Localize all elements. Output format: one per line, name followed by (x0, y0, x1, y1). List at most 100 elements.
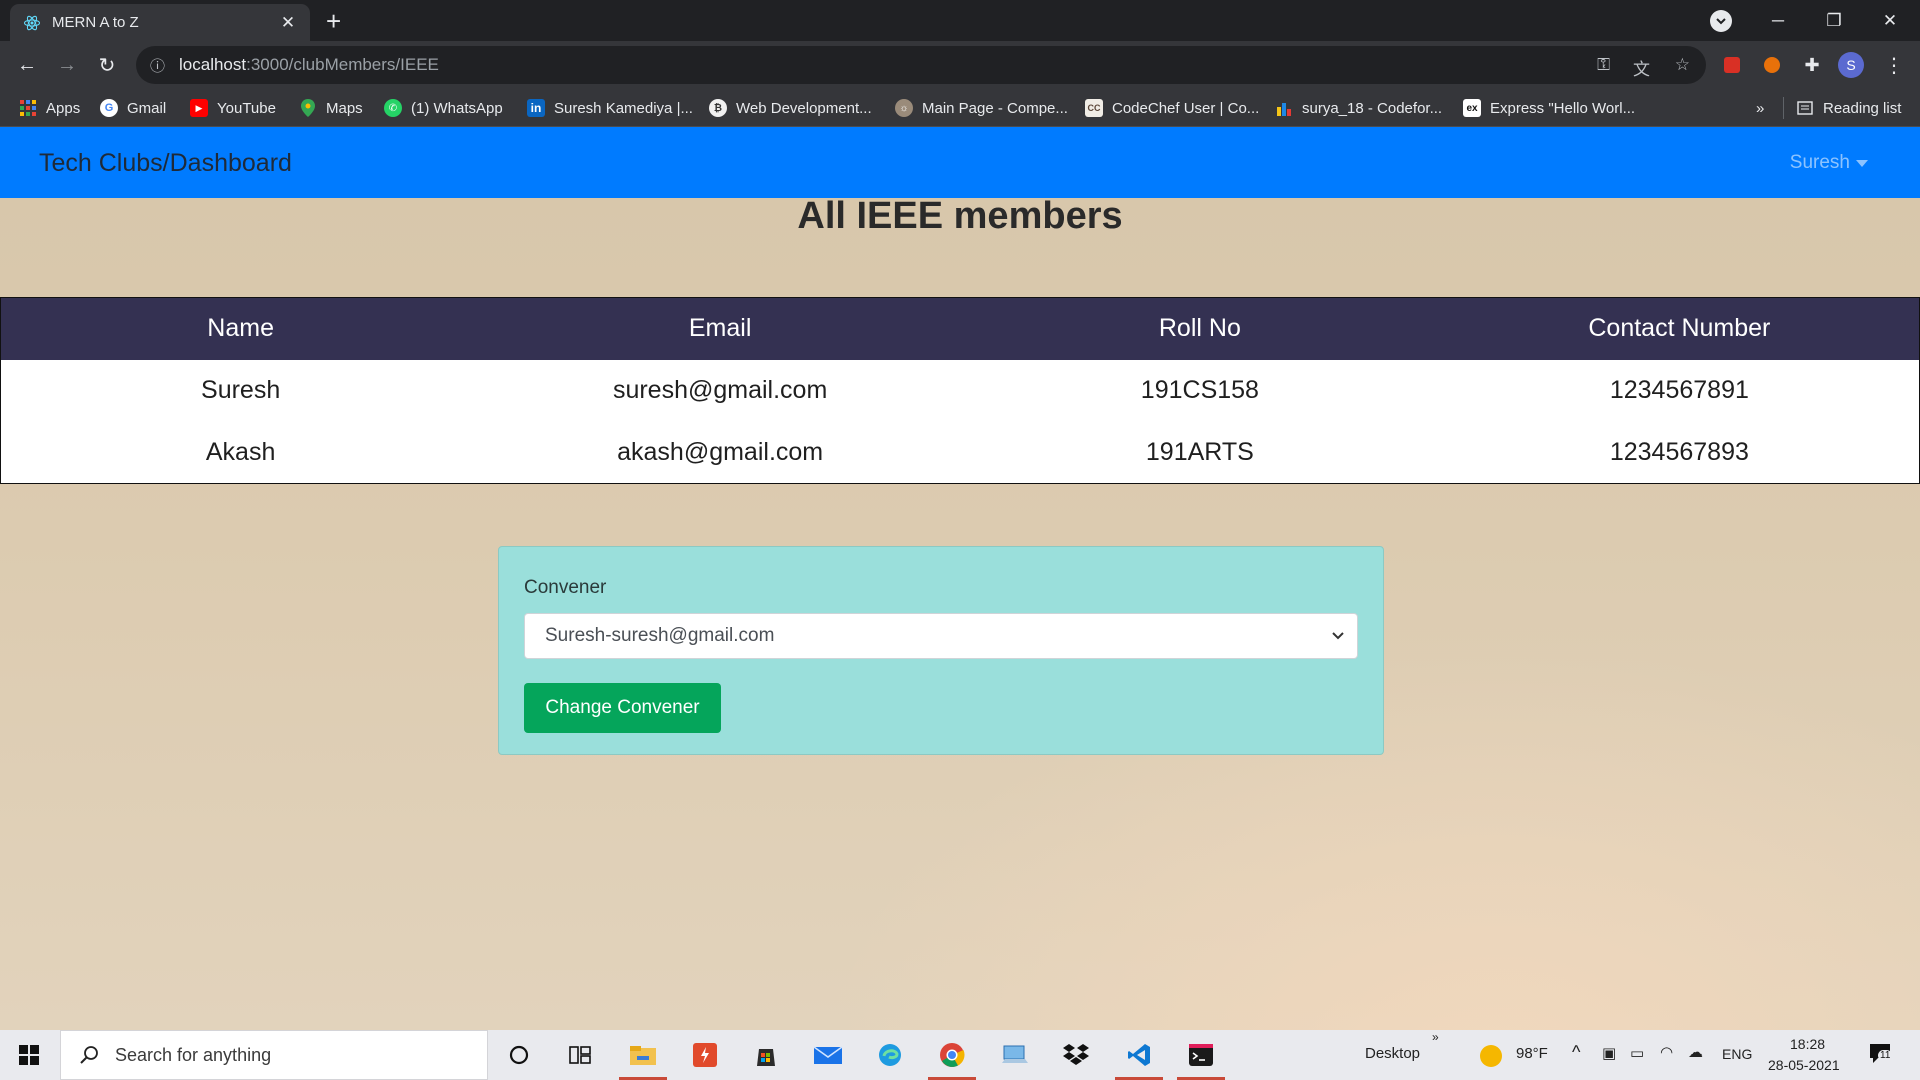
apps-grid-icon (19, 99, 37, 117)
reload-button[interactable]: ↻ (91, 49, 123, 81)
extension-grammar-icon[interactable] (1756, 49, 1788, 81)
column-header-name: Name (0, 297, 481, 360)
device-app-icon[interactable] (990, 1034, 1040, 1076)
clock-date[interactable]: 28-05-2021 (1768, 1057, 1840, 1073)
store-icon[interactable] (741, 1034, 791, 1076)
windows-start-button[interactable] (0, 1030, 58, 1080)
reading-list-icon (1796, 99, 1814, 117)
chevron-down-icon (1331, 627, 1345, 651)
bookmark-codeforces[interactable]: surya_18 - Codefor... (1275, 97, 1442, 119)
bookmark-apps[interactable]: Apps (19, 97, 80, 119)
cortana-icon[interactable] (494, 1034, 544, 1076)
extension-red-icon[interactable] (1716, 49, 1748, 81)
youtube-icon: ▶ (190, 99, 208, 117)
bookmark-label: (1) WhatsApp (411, 99, 503, 117)
chrome-menu-icon[interactable]: ⋮ (1878, 49, 1910, 81)
clock-time[interactable]: 18:28 (1790, 1036, 1825, 1052)
codechef-icon: CC (1085, 99, 1103, 117)
bookmark-label: Gmail (127, 99, 167, 117)
column-header-roll-no: Roll No (960, 297, 1440, 360)
reading-list-button[interactable]: Reading list (1796, 97, 1901, 119)
cell-name: Akash (205, 437, 276, 466)
cell-roll-no: 191CS158 (1140, 376, 1259, 404)
convener-select[interactable]: Suresh-suresh@gmail.com (524, 613, 1358, 659)
terminal-icon[interactable] (1176, 1034, 1226, 1080)
taskbar-search[interactable]: Search for anything (60, 1030, 488, 1080)
page-title: All IEEE members (797, 195, 1123, 237)
windows-logo-icon (19, 1045, 39, 1065)
battery-icon[interactable]: ▭ (1630, 1044, 1644, 1062)
bookmark-codechef[interactable]: CC CodeChef User | Co... (1085, 97, 1259, 119)
edge-icon[interactable] (865, 1034, 915, 1076)
search-placeholder: Search for anything (115, 1044, 272, 1065)
show-hidden-icons-icon[interactable]: ^ (1572, 1042, 1580, 1063)
bookmark-label: Express "Hello Worl... (1490, 99, 1636, 117)
navbar-brand[interactable]: Tech Clubs/Dashboard (39, 149, 292, 178)
url-path: :3000/clubMembers/IEEE (246, 55, 439, 74)
linkedin-icon: in (527, 99, 545, 117)
close-window-button[interactable]: ✕ (1862, 0, 1918, 41)
app-navbar: Tech Clubs/Dashboard Suresh (0, 127, 1920, 198)
bookmark-linkedin[interactable]: in Suresh Kamediya |... (527, 97, 693, 119)
dropbox-icon[interactable] (1051, 1034, 1101, 1076)
browser-tab-strip: MERN A to Z ✕ + ─ ❐ ✕ (0, 0, 1920, 41)
url-host: localhost (179, 55, 247, 74)
bookmark-label: CodeChef User | Co... (1112, 99, 1260, 117)
bookmark-maps[interactable]: Maps (299, 97, 363, 119)
extensions-puzzle-icon[interactable]: ✚ (1796, 49, 1828, 81)
user-dropdown[interactable]: Suresh (1790, 152, 1868, 174)
caret-down-icon (1856, 159, 1868, 167)
task-view-icon[interactable] (555, 1034, 605, 1076)
profile-avatar[interactable]: S (1838, 52, 1864, 78)
language-indicator[interactable]: ENG (1722, 1046, 1752, 1062)
notification-center-button[interactable]: 11 (1868, 1042, 1898, 1070)
vscode-icon[interactable] (1114, 1034, 1164, 1080)
bookmarks-bar: Apps G Gmail ▶ YouTube Maps ✆ (1) WhatsA… (0, 89, 1920, 127)
cell-roll-no: 191ARTS (1145, 437, 1254, 466)
cell-contact: 1234567893 (1609, 437, 1749, 466)
new-tab-button[interactable]: + (326, 6, 341, 36)
key-icon[interactable]: ⚿ (1597, 55, 1610, 75)
browser-tab[interactable]: MERN A to Z ✕ (10, 4, 310, 41)
site-info-icon[interactable]: ⓘ (150, 55, 165, 76)
notification-count: 11 (1878, 1050, 1893, 1061)
mail-icon[interactable] (803, 1034, 853, 1076)
maps-pin-icon (299, 99, 317, 117)
cell-name: Suresh (201, 376, 281, 404)
onedrive-cloud-icon[interactable]: ☁ (1688, 1043, 1703, 1061)
back-button[interactable]: ← (11, 49, 43, 81)
column-header-contact: Contact Number (1439, 297, 1920, 360)
app-red-icon[interactable] (680, 1034, 730, 1076)
chrome-icon[interactable] (927, 1034, 977, 1080)
bookmark-web-development[interactable]: ₿ Web Development... (709, 97, 872, 119)
wifi-icon[interactable]: ◠ (1660, 1043, 1673, 1061)
bookmark-youtube[interactable]: ▶ YouTube (190, 97, 276, 119)
file-explorer-icon[interactable] (618, 1034, 668, 1080)
desktop-toolbar-label[interactable]: Desktop (1365, 1045, 1420, 1062)
bookmarks-divider (1783, 97, 1784, 119)
forward-button[interactable]: → (51, 49, 83, 81)
star-bookmark-icon[interactable]: ☆ (1675, 55, 1690, 75)
weather-temperature[interactable]: 98°F (1516, 1045, 1548, 1062)
bookmark-gmail[interactable]: G Gmail (100, 97, 166, 119)
cell-email: akash@gmail.com (617, 437, 824, 466)
weather-sun-icon[interactable] (1480, 1045, 1502, 1067)
bookmark-whatsapp[interactable]: ✆ (1) WhatsApp (384, 97, 503, 119)
change-convener-button[interactable]: Change Convener (524, 683, 721, 733)
bookmark-label: Main Page - Compe... (922, 99, 1068, 117)
address-bar[interactable]: ⓘ localhost:3000/clubMembers/IEEE ⚿ 文 ☆ (136, 46, 1706, 84)
table-row: Suresh suresh@gmail.com 191CS158 1234567… (1, 360, 1920, 422)
restore-button[interactable]: ❐ (1806, 0, 1862, 41)
minimize-button[interactable]: ─ (1750, 0, 1806, 41)
toolbar-expand-icon[interactable]: » (1432, 1030, 1439, 1044)
translate-icon[interactable]: 文 (1633, 55, 1650, 80)
whatsapp-icon: ✆ (384, 99, 402, 117)
tab-close-icon[interactable]: ✕ (278, 13, 298, 33)
tab-search-button[interactable] (1710, 10, 1732, 32)
meet-now-icon[interactable]: ▣ (1602, 1044, 1616, 1062)
more-bookmarks-button[interactable]: » (1756, 97, 1764, 119)
bookmark-competitive-wiki[interactable]: ☼ Main Page - Compe... (895, 97, 1068, 119)
page-viewport: Tech Clubs/Dashboard Suresh All IEEE mem… (0, 127, 1920, 1030)
bookmark-express[interactable]: ex Express "Hello Worl... (1463, 97, 1635, 119)
bookmark-label: Web Development... (736, 99, 872, 117)
